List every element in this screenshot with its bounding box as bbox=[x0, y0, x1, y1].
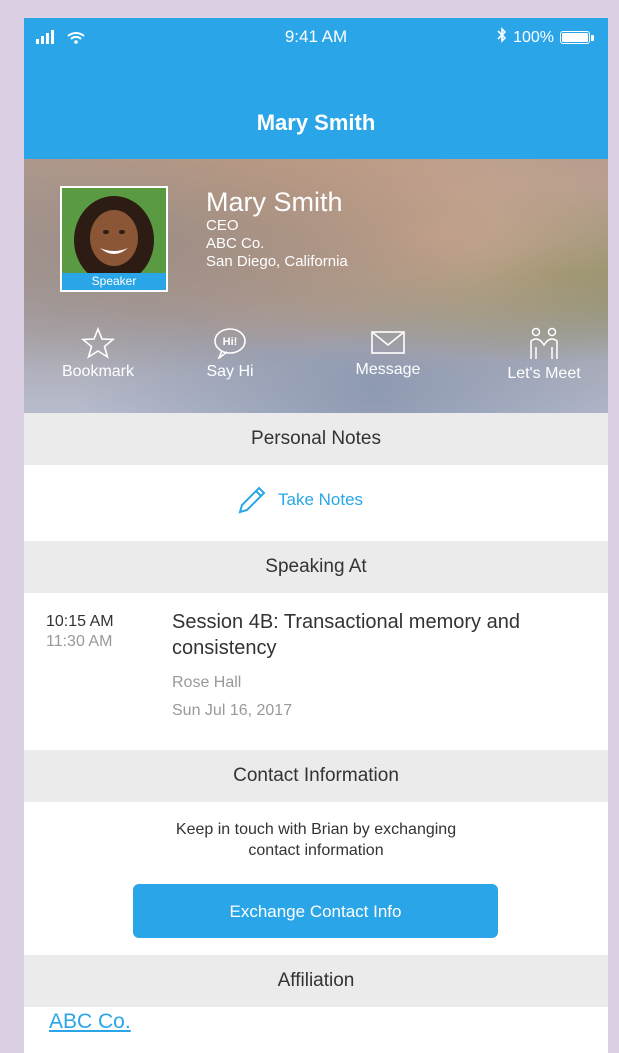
section-affiliation: Affiliation bbox=[24, 955, 608, 1007]
exchange-contact-button[interactable]: Exchange Contact Info bbox=[133, 884, 498, 938]
contact-message: Keep in touch with Brian by exchanging c… bbox=[24, 819, 608, 861]
contact-message-line-1: Keep in touch with Brian by exchanging bbox=[175, 821, 457, 838]
speaker-badge: Speaker bbox=[62, 273, 166, 290]
section-personal-notes: Personal Notes bbox=[24, 413, 608, 465]
notes-row: Take Notes bbox=[24, 465, 608, 541]
message-button[interactable]: Message bbox=[328, 327, 448, 379]
session-room: Rose Hall bbox=[172, 674, 242, 691]
bookmark-button[interactable]: Bookmark bbox=[38, 327, 158, 381]
take-notes-label: Take Notes bbox=[278, 490, 364, 509]
profile-role: CEO bbox=[206, 217, 239, 234]
say-hi-bubble-icon: Hi! bbox=[214, 328, 246, 359]
lets-meet-button[interactable]: Let's Meet bbox=[484, 327, 604, 383]
section-speaking-at: Speaking At bbox=[24, 541, 608, 593]
pencil-icon bbox=[238, 486, 266, 514]
star-icon bbox=[81, 327, 115, 359]
message-label: Message bbox=[355, 361, 421, 378]
session-end-time: 11:30 AM bbox=[46, 633, 113, 650]
say-hi-button[interactable]: Hi! Say Hi bbox=[170, 327, 290, 381]
profile-company: ABC Co. bbox=[206, 235, 265, 252]
people-meet-icon bbox=[530, 327, 558, 359]
status-bar: 9:41 AM 100% bbox=[24, 18, 608, 56]
battery-icon bbox=[560, 31, 590, 44]
session-start-time: 10:15 AM bbox=[46, 613, 114, 630]
profile-actions: Bookmark Hi! Say Hi Message Let's Meet bbox=[24, 327, 608, 387]
profile-name: Mary Smith bbox=[206, 187, 343, 217]
session-date: Sun Jul 16, 2017 bbox=[172, 702, 293, 719]
battery-status: 100% bbox=[497, 27, 594, 48]
bluetooth-icon bbox=[497, 27, 507, 48]
say-hi-label: Say Hi bbox=[206, 363, 254, 380]
envelope-icon bbox=[371, 331, 405, 354]
svg-text:Hi!: Hi! bbox=[223, 336, 238, 348]
profile-location: San Diego, California bbox=[206, 253, 348, 270]
navigation-bar: 9:41 AM 100% Mary Smith bbox=[24, 18, 608, 159]
profile-info: Mary Smith CEO ABC Co. San Diego, Califo… bbox=[206, 187, 348, 271]
section-contact-information: Contact Information bbox=[24, 750, 608, 802]
affiliation-link[interactable]: ABC Co. bbox=[49, 1010, 131, 1034]
session-title: Session 4B: Transactional memory and con… bbox=[172, 611, 520, 659]
take-notes-button[interactable]: Take Notes bbox=[234, 482, 363, 518]
page-title: Mary Smith bbox=[256, 110, 376, 135]
phone-screen: 9:41 AM 100% Mary Smith Speaker Mary Smi… bbox=[24, 18, 608, 1053]
session-item[interactable]: 10:15 AM 11:30 AM Session 4B: Transactio… bbox=[24, 593, 608, 750]
bookmark-label: Bookmark bbox=[61, 363, 135, 380]
profile-header: Speaker Mary Smith CEO ABC Co. San Diego… bbox=[24, 159, 608, 413]
avatar[interactable]: Speaker bbox=[60, 186, 168, 292]
contact-message-line-2: contact information bbox=[248, 842, 384, 859]
battery-percent: 100% bbox=[513, 28, 554, 46]
lets-meet-label: Let's Meet bbox=[507, 365, 581, 382]
